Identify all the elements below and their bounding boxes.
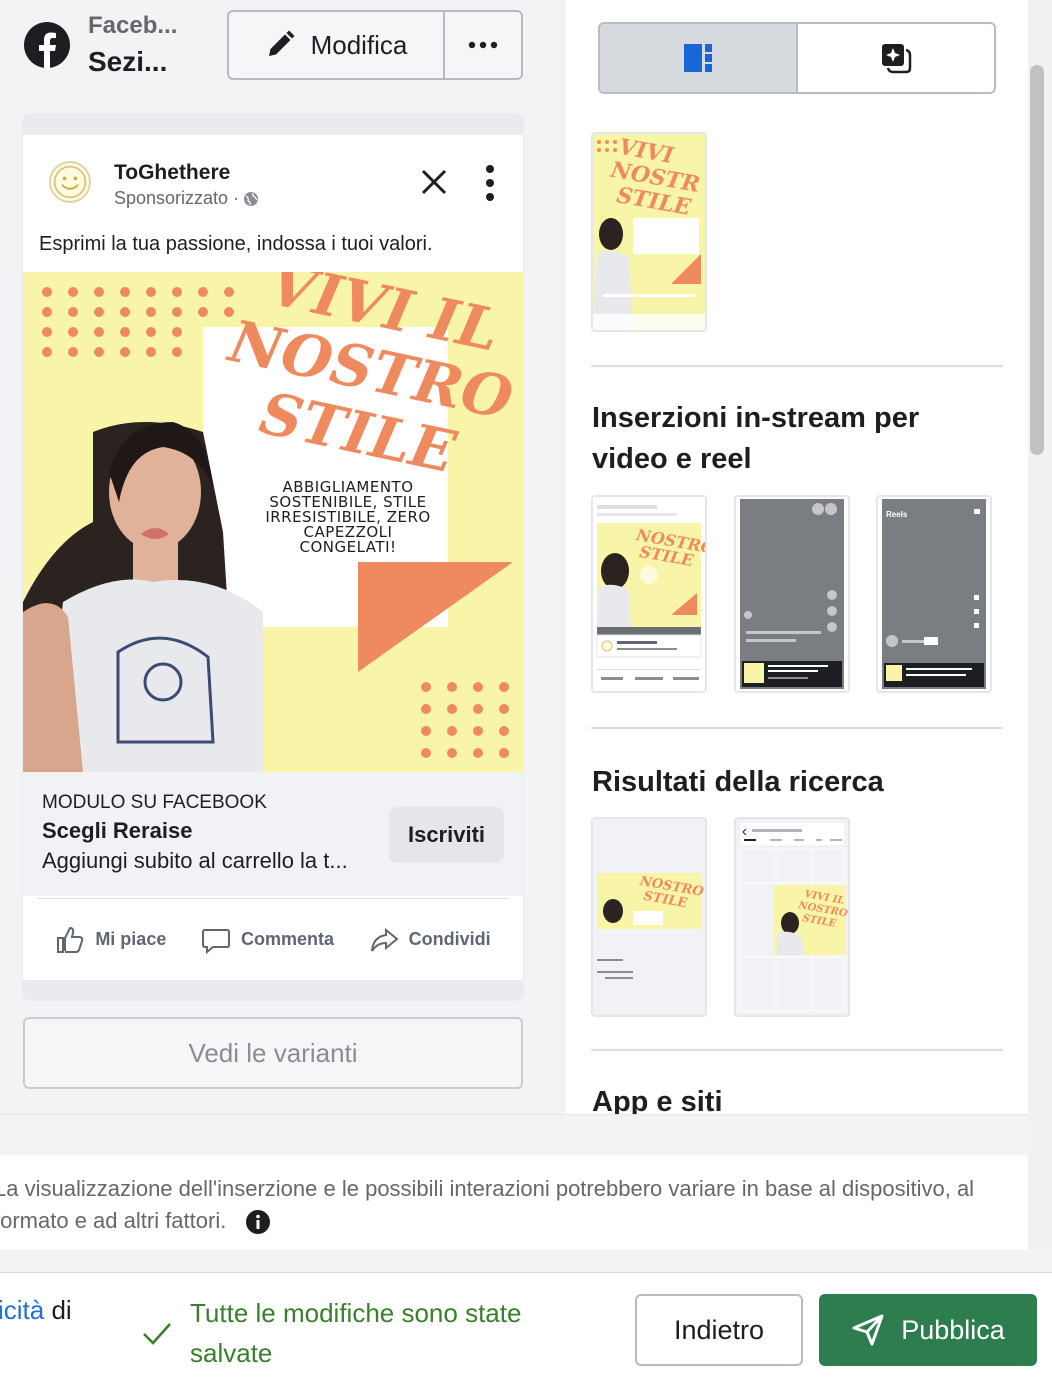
help-link[interactable]: icità	[0, 1295, 44, 1325]
section-divider	[591, 727, 1003, 729]
share-button[interactable]: Condividi	[369, 925, 491, 955]
comment-button[interactable]: Commenta	[201, 925, 334, 955]
bottom-action-bar: icità di Tutte le modifiche sono state s…	[0, 1272, 1052, 1385]
back-button[interactable]: Indietro	[635, 1294, 803, 1366]
stories-placement-thumb[interactable]: VIVI NOSTR STILE	[591, 132, 707, 332]
reels-art: Reels	[882, 499, 986, 689]
facebook-logo-icon	[24, 22, 70, 68]
sponsored-text: Sponsorizzato ·	[114, 188, 240, 208]
instream-reel-art	[740, 499, 844, 689]
toggle-ai-view[interactable]	[798, 24, 994, 92]
disclaimer-text: La visualizzazione dell'inserzione e le …	[0, 1176, 975, 1233]
disclaimer-text-block: La visualizzazione dell'inserzione e le …	[0, 1173, 994, 1237]
page-name[interactable]: ToGhethere	[114, 161, 230, 185]
lead-form-label: MODULO SU FACEBOOK	[42, 792, 267, 813]
layout-columns-icon	[684, 44, 712, 72]
ad-action-bar: Mi piace Commenta Condividi	[38, 898, 508, 980]
ad-lead-form-footer[interactable]: MODULO SU FACEBOOK Scegli Reraise Aggiun…	[23, 772, 523, 896]
like-label: Mi piace	[95, 929, 167, 949]
section-divider	[591, 1049, 1003, 1051]
instream-reel-thumb[interactable]	[734, 495, 850, 693]
page-avatar	[49, 161, 91, 203]
placement-section-title: Sezi...	[88, 46, 168, 77]
cta-button[interactable]: Iscriviti	[389, 807, 504, 863]
more-options-button[interactable]	[445, 12, 521, 78]
close-icon[interactable]	[421, 169, 447, 195]
sparkle-cards-icon	[882, 44, 912, 74]
ad-image-tagline: ABBIGLIAMENTO SOSTENIBILE, STILE IRRESIS…	[253, 480, 443, 555]
comment-icon	[201, 928, 230, 954]
search-results-art: NOSTRO STILE	[593, 819, 705, 1015]
lead-form-description: Aggiungi subito al carrello la t...	[42, 848, 348, 873]
search-results-thumb[interactable]: NOSTRO STILE	[591, 817, 707, 1017]
instream-video-thumb[interactable]: NOSTRO STILE	[591, 495, 707, 693]
see-variants-button[interactable]: Vedi le varianti	[23, 1017, 523, 1089]
save-status: Tutte le modifiche sono state salvate	[140, 1293, 590, 1373]
send-icon	[852, 1314, 884, 1346]
share-label: Condividi	[408, 929, 491, 949]
bottom-left-text: icità di	[0, 1295, 72, 1326]
save-status-text: Tutte le modifiche sono state salvate	[190, 1298, 522, 1368]
scrollbar-thumb[interactable]	[1030, 65, 1044, 455]
search-section-title: Risultati della ricerca	[592, 766, 884, 798]
publish-label: Pubblica	[901, 1314, 1005, 1345]
comment-label: Commenta	[240, 929, 334, 949]
ad-card: ToGhethere Sponsorizzato · Esprimi la tu…	[23, 135, 523, 980]
info-icon[interactable]	[246, 1210, 271, 1235]
share-icon	[370, 927, 399, 952]
toggle-feed-view[interactable]	[600, 24, 798, 92]
reels-thumb-label: Reels	[886, 510, 908, 519]
note-band	[0, 1115, 1028, 1155]
ad-creative-image[interactable]: VIVI IL NOSTRO STILE ABBIGLIAMENTO SOSTE…	[23, 272, 523, 772]
help-link-suffix: di	[44, 1295, 72, 1325]
tagline-line-5: CONGELATI!	[299, 538, 397, 556]
instream-video-art: NOSTRO STILE	[593, 497, 705, 691]
lead-form-title: Scegli Reraise	[42, 818, 193, 843]
placement-platform-title: Faceb...	[88, 12, 178, 39]
preview-disclaimer: La visualizzazione dell'inserzione e le …	[0, 1114, 1028, 1250]
pencil-icon	[268, 30, 295, 56]
globe-icon	[244, 191, 259, 206]
edit-button-label: Modifica	[310, 29, 408, 60]
checkmark-icon	[143, 1323, 171, 1345]
marketplace-search-art: VIVI IL NOSTRO STILE	[736, 819, 848, 1015]
placements-panel: VIVI NOSTR STILE Inserzioni in-stream pe…	[566, 0, 1028, 1114]
section-divider	[591, 365, 1003, 367]
stories-preview-art: VIVI NOSTR STILE	[593, 134, 705, 330]
ad-primary-text: Esprimi la tua passione, indossa i tuoi …	[39, 233, 433, 255]
sponsored-label: Sponsorizzato ·	[114, 188, 259, 209]
thumbs-up-icon	[57, 926, 84, 953]
edit-button-group: Modifica	[227, 10, 523, 80]
edit-button[interactable]: Modifica	[229, 12, 445, 78]
instream-section-title: Inserzioni in-stream per video e reel	[592, 402, 920, 475]
more-vertical-icon[interactable]	[485, 165, 495, 201]
more-horizontal-icon	[468, 41, 498, 49]
apps-section-title: App e siti	[592, 1086, 723, 1114]
publish-button[interactable]: Pubblica	[819, 1294, 1037, 1366]
ad-preview-panel: Faceb... Sezi... Modifica ToGhethere Spo…	[0, 0, 566, 1127]
like-button[interactable]: Mi piace	[55, 925, 166, 955]
marketplace-search-thumb[interactable]: VIVI IL NOSTRO STILE	[734, 817, 850, 1017]
view-toggle	[598, 22, 996, 94]
reels-thumb[interactable]: Reels	[876, 495, 992, 693]
